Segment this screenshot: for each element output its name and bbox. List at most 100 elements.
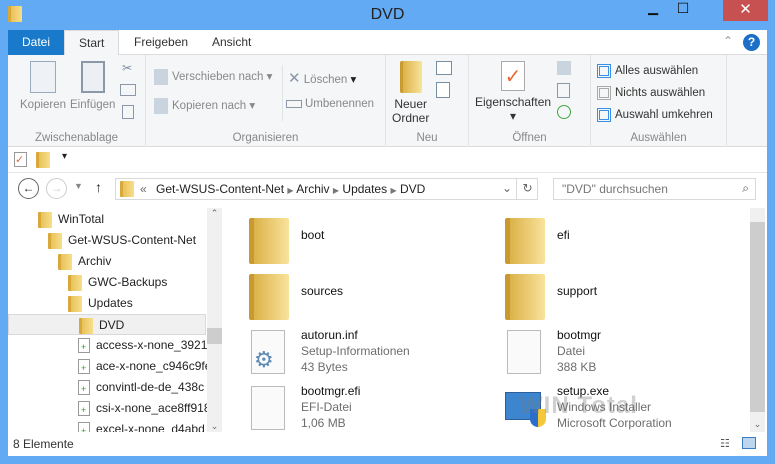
- collapse-ribbon-icon[interactable]: ⌃: [723, 34, 733, 48]
- clipboard-icon: [80, 61, 105, 93]
- copy-button[interactable]: Kopieren: [20, 61, 66, 111]
- properties-icon[interactable]: ✓: [14, 152, 27, 167]
- group-label: Auswählen: [630, 132, 687, 144]
- help-icon[interactable]: ?: [743, 34, 760, 51]
- breadcrumb: Get-WSUS-Content-Net ▶ Archiv ▶ Updates …: [156, 182, 426, 196]
- copy-icon: [30, 61, 57, 93]
- paste-button[interactable]: Einfügen: [70, 61, 115, 111]
- content-scrollbar[interactable]: ⌄: [750, 208, 765, 432]
- file-item[interactable]: sources: [245, 274, 485, 320]
- cut-icon[interactable]: ✂: [122, 61, 132, 75]
- group-organize: Verschieben nach ▾ Kopieren nach ▾ ✕ Lös…: [146, 55, 386, 147]
- select-all-icon: [597, 64, 611, 78]
- settings-file-icon: ⚙: [251, 330, 285, 374]
- forward-button[interactable]: →: [46, 178, 67, 199]
- tree-item[interactable]: convintl-de-de_438c: [8, 377, 204, 400]
- group-select: Alles auswählen Nichts auswählen Auswahl…: [591, 55, 727, 147]
- title-bar: DVD ▁ ☐ ✕: [0, 0, 775, 30]
- copy-path-icon[interactable]: [120, 84, 136, 96]
- address-dropdown-icon[interactable]: ⌄: [502, 181, 512, 195]
- folder-icon: [68, 295, 82, 312]
- breadcrumb-item[interactable]: Archiv: [296, 182, 329, 196]
- up-button[interactable]: ↑: [95, 179, 102, 195]
- status-bar: 8 Elemente ☷: [8, 432, 767, 456]
- navigation-tree: WinTotal Get-WSUS-Content-Net Archiv GWC-Ba…: [8, 208, 222, 432]
- explorer-window: Datei Start Freigeben Ansicht ⌃ ? Kopier…: [8, 30, 767, 456]
- open-icon[interactable]: [557, 61, 571, 75]
- tree-item[interactable]: Get-WSUS-Content-Net: [8, 230, 196, 251]
- folder-icon: [68, 274, 82, 291]
- paste-shortcut-icon[interactable]: [122, 105, 134, 119]
- copy-to-button[interactable]: Kopieren nach ▾: [154, 98, 255, 114]
- file-icon: [251, 386, 285, 430]
- copy-to-icon: [154, 98, 168, 114]
- recent-dropdown-icon[interactable]: ▼: [74, 181, 83, 191]
- group-label: Öffnen: [512, 132, 547, 144]
- tree-item[interactable]: excel-x-none_d4abd: [8, 419, 205, 432]
- easy-access-icon[interactable]: [436, 82, 450, 98]
- close-button[interactable]: ✕: [723, 0, 768, 21]
- new-item-icon[interactable]: [436, 61, 452, 75]
- new-folder-icon[interactable]: [36, 152, 50, 168]
- minimize-button[interactable]: ▁: [638, 0, 668, 21]
- group-label: Organisieren: [232, 132, 299, 144]
- properties-button[interactable]: ✓ Eigenschaften ▾: [475, 61, 551, 123]
- tab-datei[interactable]: Datei: [8, 30, 64, 55]
- customize-dropdown-icon[interactable]: ▾: [62, 151, 67, 162]
- select-all-button[interactable]: Alles auswählen: [597, 64, 698, 78]
- scrollbar-thumb[interactable]: [207, 328, 222, 344]
- select-none-button[interactable]: Nichts auswählen: [597, 86, 705, 100]
- large-icons-view-icon[interactable]: [742, 437, 756, 449]
- maximize-button[interactable]: ☐: [668, 0, 698, 21]
- tab-ansicht[interactable]: Ansicht: [198, 30, 265, 55]
- new-folder-button[interactable]: Neuer Ordner: [392, 61, 429, 125]
- breadcrumb-item[interactable]: Get-WSUS-Content-Net: [156, 182, 284, 196]
- invert-selection-button[interactable]: Auswahl umkehren: [597, 108, 713, 122]
- tree-item[interactable]: DVD: [8, 314, 206, 335]
- tree-item[interactable]: ace-x-none_c946c9fe: [8, 356, 211, 379]
- file-icon: [78, 358, 90, 379]
- tab-freigeben[interactable]: Freigeben: [120, 30, 202, 55]
- file-item[interactable]: bootmgr.efi EFI-Datei 1,06 MB: [245, 384, 485, 432]
- folder-icon: [48, 232, 62, 249]
- new-folder-icon: [399, 61, 422, 93]
- move-icon: [154, 69, 168, 85]
- move-to-button[interactable]: Verschieben nach ▾: [154, 69, 272, 85]
- tree-item[interactable]: Archiv: [8, 251, 111, 272]
- file-item[interactable]: ⚙ autorun.inf Setup-Informationen 43 Bytes: [245, 328, 485, 376]
- tree-item[interactable]: GWC-Backups: [8, 272, 167, 293]
- file-item[interactable]: boot: [245, 218, 485, 264]
- delete-button[interactable]: ✕ Löschen ▾: [288, 69, 356, 87]
- delete-icon: ✕: [288, 70, 301, 87]
- breadcrumb-item[interactable]: DVD: [400, 182, 425, 196]
- file-icon: [78, 337, 90, 358]
- tree-item[interactable]: WinTotal: [8, 209, 104, 230]
- watermark-logo: WIN Total: [520, 392, 638, 419]
- file-icon: [78, 421, 90, 432]
- file-item[interactable]: bootmgr Datei 388 KB: [501, 328, 741, 376]
- tab-start[interactable]: Start: [64, 30, 120, 56]
- breadcrumb-item[interactable]: Updates: [342, 182, 387, 196]
- search-input[interactable]: "DVD" durchsuchen ⌕: [553, 178, 756, 200]
- file-item[interactable]: efi: [501, 218, 741, 264]
- item-count: 8 Elemente: [13, 437, 74, 451]
- scrollbar-thumb[interactable]: [750, 222, 765, 412]
- file-item[interactable]: support: [501, 274, 741, 320]
- details-view-icon[interactable]: ☷: [720, 437, 730, 450]
- ribbon: Kopieren Einfügen ✂ Zwischenablage Versc…: [8, 55, 767, 147]
- tree-item[interactable]: Updates: [8, 293, 133, 314]
- address-bar[interactable]: « Get-WSUS-Content-Net ▶ Archiv ▶ Update…: [115, 178, 538, 200]
- folder-icon: [79, 317, 93, 334]
- tree-item[interactable]: csi-x-none_ace8ff918: [8, 398, 211, 421]
- edit-icon[interactable]: [557, 83, 570, 98]
- tree-item[interactable]: access-x-none_39211: [8, 335, 213, 358]
- folder-icon: [58, 253, 72, 270]
- file-list: boot efi sources support ⚙ autorun.inf Setup-I…: [225, 208, 750, 432]
- back-button[interactable]: ←: [18, 178, 39, 199]
- tree-scrollbar[interactable]: ⌃ ⌄: [207, 208, 222, 432]
- rename-button[interactable]: Umbenennen: [286, 98, 374, 110]
- search-icon[interactable]: ⌕: [742, 181, 749, 196]
- refresh-icon[interactable]: ↻: [516, 178, 538, 200]
- history-icon[interactable]: [557, 105, 571, 119]
- file-icon: [78, 400, 90, 421]
